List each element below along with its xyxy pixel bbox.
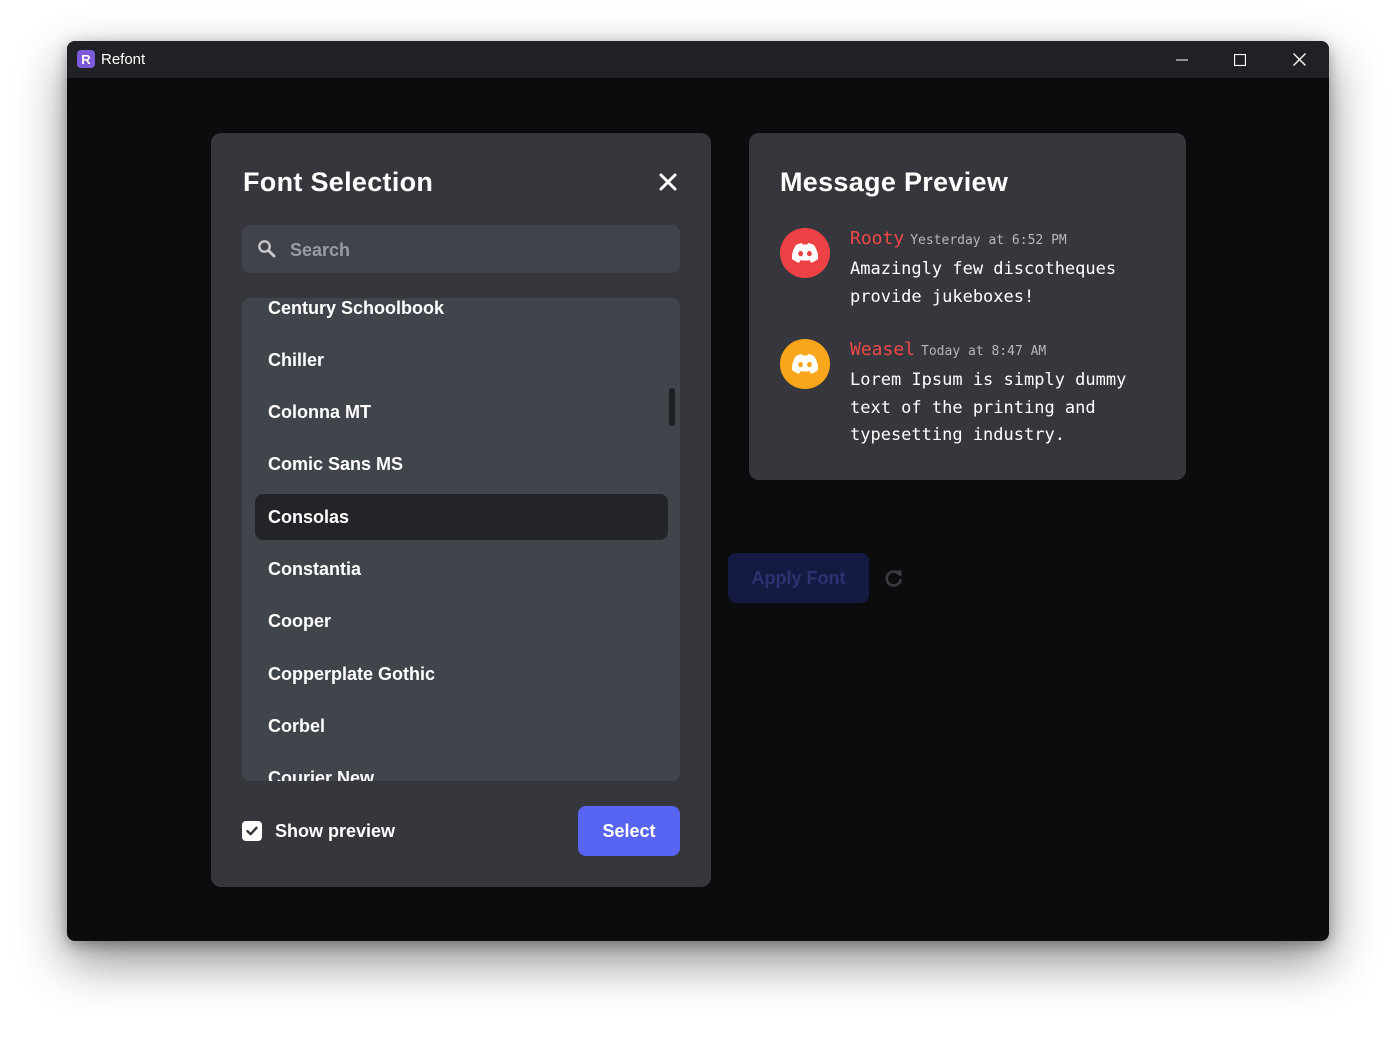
message-timestamp: Yesterday at 6:52 PM	[910, 233, 1067, 248]
message-text: Lorem Ipsum is simply dummy text of the …	[850, 370, 1127, 445]
minimize-button[interactable]	[1153, 41, 1211, 78]
message-username[interactable]: Weasel	[850, 339, 915, 360]
search-input[interactable]	[288, 225, 672, 275]
select-button[interactable]: Select	[578, 806, 680, 856]
minimize-icon	[1176, 59, 1188, 60]
discord-logo-icon	[791, 354, 819, 374]
font-item-copperplate-gothic[interactable]: Copperplate Gothic	[255, 651, 668, 697]
message-timestamp: Today at 8:47 AM	[921, 344, 1047, 359]
font-list-scrollbar[interactable]	[669, 388, 675, 426]
font-item-corbel[interactable]: Corbel	[255, 703, 668, 749]
search-box	[242, 225, 680, 275]
avatar	[780, 339, 830, 389]
app-window: R Refont Font Selection Search Century S…	[67, 41, 1329, 941]
font-selection-title: Font Selection	[243, 167, 434, 197]
font-item-cooper[interactable]: Cooper	[255, 599, 668, 645]
apply-font-button[interactable]: Apply Font	[728, 553, 869, 603]
message-preview-title: Message Preview	[780, 167, 1009, 197]
title-bar[interactable]: R Refont	[67, 41, 1329, 78]
font-selection-modal: Font Selection Century Schoolbook Chille…	[211, 133, 711, 887]
font-item-chiller[interactable]: Chiller	[255, 337, 668, 383]
show-preview-checkbox[interactable]	[242, 821, 262, 841]
reset-icon[interactable]	[884, 568, 904, 588]
discord-logo-icon	[791, 243, 819, 263]
close-modal-icon[interactable]	[657, 171, 679, 193]
font-item-century-schoolbook[interactable]: Century Schoolbook	[255, 298, 668, 331]
main-content: Font Selection Century Schoolbook Chille…	[67, 78, 1329, 941]
maximize-button[interactable]	[1211, 41, 1269, 78]
font-item-comic-sans-ms[interactable]: Comic Sans MS	[255, 442, 668, 488]
checkmark-icon	[246, 826, 258, 836]
avatar	[780, 228, 830, 278]
font-item-courier-new[interactable]: Courier New	[255, 756, 668, 781]
message-text: Amazingly few discotheques provide jukeb…	[850, 259, 1117, 307]
maximize-icon	[1234, 53, 1246, 66]
close-window-button[interactable]	[1270, 41, 1328, 78]
font-item-constantia[interactable]: Constantia	[255, 546, 668, 592]
font-item-consolas[interactable]: Consolas	[255, 494, 668, 541]
message-preview-panel: Message Preview Rooty Yesterday at 6:52 P…	[749, 133, 1186, 480]
show-preview-toggle[interactable]: Show preview	[242, 821, 395, 841]
show-preview-label: Show preview	[275, 820, 396, 841]
font-list[interactable]: Century Schoolbook Chiller Colonna MT Co…	[242, 298, 680, 781]
close-icon	[1292, 53, 1306, 66]
window-title: Refont	[101, 51, 146, 68]
app-icon: R	[77, 50, 95, 68]
search-icon	[258, 240, 276, 258]
font-item-colonna-mt[interactable]: Colonna MT	[255, 390, 668, 436]
message-username[interactable]: Rooty	[850, 228, 904, 249]
